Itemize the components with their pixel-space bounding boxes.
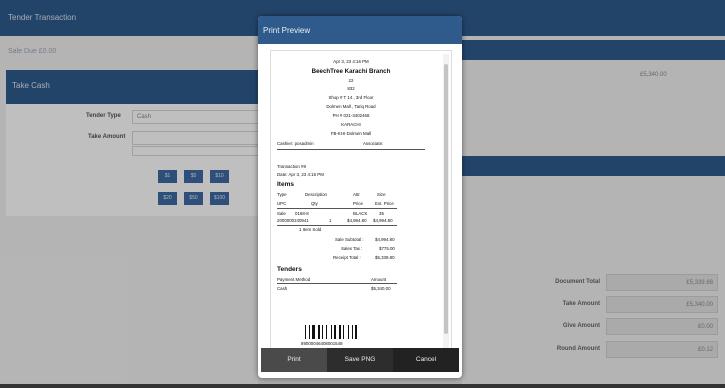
- item-cell: 1: [329, 218, 332, 223]
- scrollbar-thumb[interactable]: [444, 64, 448, 334]
- items-header-cell: Ext. Price: [375, 201, 394, 206]
- receipt-datetime: Apr 3, 23 4:16 PM: [333, 59, 369, 64]
- barcode-bar: [312, 325, 316, 339]
- sales-tax-value: $775.00: [379, 246, 395, 251]
- receipt-store-name: BeechTree Karachi Branch: [311, 68, 391, 75]
- item-cell: 35: [379, 211, 384, 216]
- barcode-bar: [355, 325, 358, 339]
- barcode-bar: [348, 325, 349, 339]
- items-header-cell: Price: [353, 201, 364, 206]
- barcode-number: 89000046408001548: [301, 341, 343, 346]
- receipt-mall: FB-KHI-Dolmen Mall: [330, 131, 372, 136]
- items-heading: Items: [277, 181, 294, 188]
- items-header-cell: Type: [277, 192, 287, 197]
- receipt-address-line: Shop # T 14 , 3rd Floor: [328, 95, 374, 100]
- dialog-footer: Print Save PNG Cancel: [261, 348, 459, 372]
- receipt-phone: PH # 021-3402468: [332, 113, 370, 118]
- barcode-bar: [309, 325, 311, 339]
- items-header-cell: Description: [305, 192, 327, 197]
- receipt-cashier: Cashier: posadmin: [277, 141, 314, 146]
- receipt-transaction: Transaction #8: [277, 164, 306, 169]
- dialog-title-bar: Print Preview: [258, 16, 462, 44]
- sales-tax-label: Sales Tax :: [341, 246, 363, 251]
- item-cell: 0168-8: [295, 211, 309, 216]
- barcode-bar: [338, 325, 341, 339]
- print-button[interactable]: Print: [261, 348, 327, 372]
- subtotal-value: $4,994.80: [375, 237, 395, 242]
- items-sold-count: 1 Item Sold: [299, 227, 322, 232]
- amount-label: Amount: [371, 277, 387, 282]
- item-cell: Sale: [277, 211, 286, 216]
- subtotal-label: Sale Subtotal :: [335, 237, 364, 242]
- barcode-bar: [342, 325, 344, 339]
- receipt-city: KARACHI: [341, 122, 361, 127]
- bottom-bar: [0, 384, 725, 388]
- receipt-scrollbar[interactable]: [443, 54, 449, 354]
- barcode-bar: [321, 325, 323, 339]
- barcode-bar: [334, 325, 337, 339]
- barcode-bar: [317, 325, 320, 339]
- item-cell: BLACK: [353, 211, 368, 216]
- divider: [277, 225, 397, 226]
- cancel-button[interactable]: Cancel: [393, 348, 459, 372]
- receipt-preview[interactable]: Apr 3, 23 4:16 PM BeechTree Karachi Bran…: [270, 50, 452, 358]
- receipt-date: Date: Apr 3, 23 4:16 PM: [277, 172, 324, 177]
- tender-cash-label: Cash: [277, 286, 288, 291]
- tenders-heading: Tenders: [277, 266, 302, 273]
- receipt-total-value: $5,339.80: [375, 255, 395, 260]
- barcode-bar: [331, 325, 333, 339]
- save-png-button[interactable]: Save PNG: [327, 348, 393, 372]
- barcode-image: [305, 325, 369, 339]
- items-header-cell: Attr: [353, 192, 360, 197]
- print-preview-dialog: Print Preview Apr 3, 23 4:16 PM BeechTre…: [258, 16, 462, 378]
- item-cell: $4,994.80: [373, 218, 393, 223]
- tender-cash-value: $5,340.00: [371, 286, 391, 291]
- barcode-bar: [305, 325, 306, 339]
- items-header-cell: Size: [377, 192, 386, 197]
- items-header-cell: UPC: [277, 201, 287, 206]
- receipt-address-line: 22: [348, 78, 354, 83]
- barcode-bar: [352, 325, 354, 339]
- receipt-associate: Associate:: [363, 141, 384, 146]
- barcode-bar: [326, 325, 327, 339]
- items-header-cell: Qty: [311, 201, 318, 206]
- divider: [277, 208, 397, 209]
- dialog-title: Print Preview: [263, 26, 311, 35]
- payment-method-label: Payment Method: [277, 277, 311, 282]
- item-cell: $4,994.80: [347, 218, 367, 223]
- receipt-total-label: Receipt Total :: [333, 255, 361, 260]
- receipt-address-line: Dolmen Mall , Tariq Road: [326, 104, 376, 109]
- divider: [277, 149, 425, 150]
- receipt-address-line: 832: [347, 86, 355, 91]
- item-cell: 2000000240941: [277, 218, 309, 223]
- divider: [277, 283, 397, 284]
